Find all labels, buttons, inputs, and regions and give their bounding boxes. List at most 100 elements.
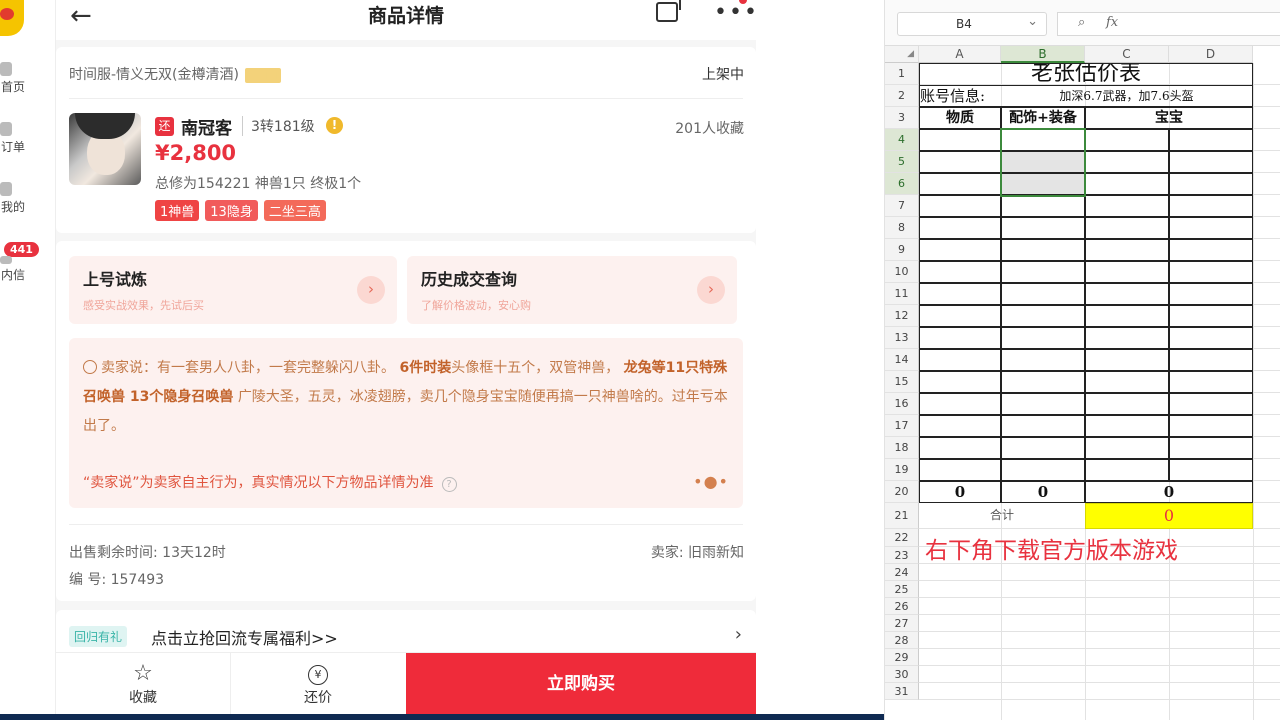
row-header[interactable]: 4 [885, 129, 919, 151]
row-header[interactable]: 7 [885, 195, 919, 217]
data-cell[interactable] [1169, 261, 1253, 283]
row-header[interactable]: 20 [885, 481, 919, 503]
data-cell[interactable] [1085, 217, 1169, 239]
row-header[interactable]: 26 [885, 598, 919, 615]
data-cell[interactable] [919, 151, 1001, 173]
data-cell[interactable] [919, 217, 1001, 239]
data-cell[interactable] [1169, 195, 1253, 217]
row-header[interactable]: 29 [885, 649, 919, 666]
row-header[interactable]: 17 [885, 415, 919, 437]
row-header[interactable]: 16 [885, 393, 919, 415]
data-cell[interactable] [919, 371, 1001, 393]
account-value-cell[interactable]: 加深6.7武器，加7.6头盔 [1001, 85, 1253, 107]
favorite-button[interactable]: ☆ 收藏 [56, 653, 231, 715]
sum-cell[interactable]: 0 [1001, 481, 1085, 503]
more-icon[interactable]: ••• [714, 0, 759, 25]
row-header[interactable]: 23 [885, 547, 919, 564]
nav-messages[interactable]: 内信 [0, 256, 40, 283]
total-label-cell[interactable]: 合计 [919, 503, 1085, 529]
data-cell[interactable] [1001, 327, 1085, 349]
data-cell[interactable] [1169, 437, 1253, 459]
data-cell[interactable] [1169, 239, 1253, 261]
row-header[interactable]: 22 [885, 529, 919, 547]
data-cell[interactable] [1169, 151, 1253, 173]
bargain-button[interactable]: ¥ 还价 [231, 653, 405, 715]
sheet-title-cell[interactable]: 老张估价表 [919, 63, 1253, 85]
row-header[interactable]: 5 [885, 151, 919, 173]
row-header[interactable]: 30 [885, 666, 919, 683]
data-cell[interactable] [1001, 283, 1085, 305]
data-cell[interactable] [1169, 327, 1253, 349]
row-header[interactable]: 15 [885, 371, 919, 393]
nav-mine[interactable]: 我的 [0, 182, 40, 215]
formula-input[interactable]: ⌕ fx [1057, 12, 1280, 36]
data-cell[interactable] [1169, 305, 1253, 327]
data-cell[interactable] [919, 283, 1001, 305]
row-header[interactable]: 14 [885, 349, 919, 371]
row-header[interactable]: 31 [885, 683, 919, 700]
data-cell[interactable] [1085, 327, 1169, 349]
row-header[interactable]: 24 [885, 564, 919, 581]
data-cell[interactable] [1001, 415, 1085, 437]
data-cell[interactable] [919, 305, 1001, 327]
data-cell[interactable] [1085, 173, 1169, 195]
more-dots-icon[interactable]: •●• [693, 472, 729, 491]
data-cell[interactable] [1169, 129, 1253, 151]
data-cell[interactable] [1169, 371, 1253, 393]
data-cell[interactable] [1169, 459, 1253, 481]
total-value-cell[interactable]: 0 [1085, 503, 1253, 529]
data-cell[interactable] [1001, 195, 1085, 217]
help-icon[interactable]: ? [441, 477, 457, 492]
row-header[interactable]: 13 [885, 327, 919, 349]
data-cell[interactable] [1001, 261, 1085, 283]
header-cell[interactable]: 宝宝 [1085, 107, 1253, 129]
data-cell[interactable] [1001, 217, 1085, 239]
data-cell[interactable] [1169, 217, 1253, 239]
column-header-b[interactable]: B [1001, 46, 1085, 63]
data-cell[interactable] [1085, 195, 1169, 217]
data-cell[interactable] [1085, 371, 1169, 393]
row-header[interactable]: 25 [885, 581, 919, 598]
data-cell[interactable] [919, 415, 1001, 437]
nav-home[interactable]: 首页 [0, 62, 40, 95]
row-header[interactable]: 10 [885, 261, 919, 283]
data-cell[interactable] [1085, 239, 1169, 261]
history-tile[interactable]: 历史成交查询 了解价格波动，安心购 › [407, 256, 737, 324]
data-cell[interactable] [1169, 393, 1253, 415]
data-cell[interactable] [1001, 349, 1085, 371]
row-header[interactable]: 11 [885, 283, 919, 305]
select-all-corner[interactable]: ◢ [885, 46, 919, 63]
data-cell[interactable] [919, 129, 1001, 151]
data-cell[interactable] [919, 349, 1001, 371]
data-cell[interactable] [1001, 305, 1085, 327]
column-header-d[interactable]: D [1169, 46, 1253, 63]
data-cell[interactable] [1085, 459, 1169, 481]
data-cell[interactable] [1169, 415, 1253, 437]
data-cell[interactable] [1085, 283, 1169, 305]
row-header[interactable]: 12 [885, 305, 919, 327]
row-header[interactable]: 9 [885, 239, 919, 261]
data-cell[interactable] [919, 261, 1001, 283]
data-cell[interactable] [1169, 173, 1253, 195]
header-cell[interactable]: 配饰+装备 [1001, 107, 1085, 129]
name-box[interactable]: B4 [897, 12, 1047, 36]
account-label-cell[interactable]: 账号信息: [919, 85, 1001, 107]
row-header[interactable]: 6 [885, 173, 919, 195]
data-cell[interactable] [919, 327, 1001, 349]
cell-grid[interactable]: 老张估价表 账号信息: 加深6.7武器，加7.6头盔 物质 配饰+装备 宝宝 0 0 0 合计 0 右… [919, 63, 1280, 720]
info-icon[interactable]: ! [326, 117, 343, 134]
row-header[interactable]: 18 [885, 437, 919, 459]
data-cell[interactable] [1085, 305, 1169, 327]
row-header[interactable]: 19 [885, 459, 919, 481]
sum-cell[interactable]: 0 [1085, 481, 1253, 503]
data-cell[interactable] [1085, 437, 1169, 459]
data-cell[interactable] [1085, 393, 1169, 415]
data-cell[interactable] [1085, 129, 1169, 151]
data-cell[interactable] [1085, 261, 1169, 283]
sum-cell[interactable]: 0 [919, 481, 1001, 503]
data-cell[interactable] [1001, 437, 1085, 459]
data-cell[interactable] [1001, 239, 1085, 261]
data-cell[interactable] [919, 195, 1001, 217]
buy-now-button[interactable]: 立即购买 [406, 653, 756, 715]
column-header-c[interactable]: C [1085, 46, 1169, 63]
